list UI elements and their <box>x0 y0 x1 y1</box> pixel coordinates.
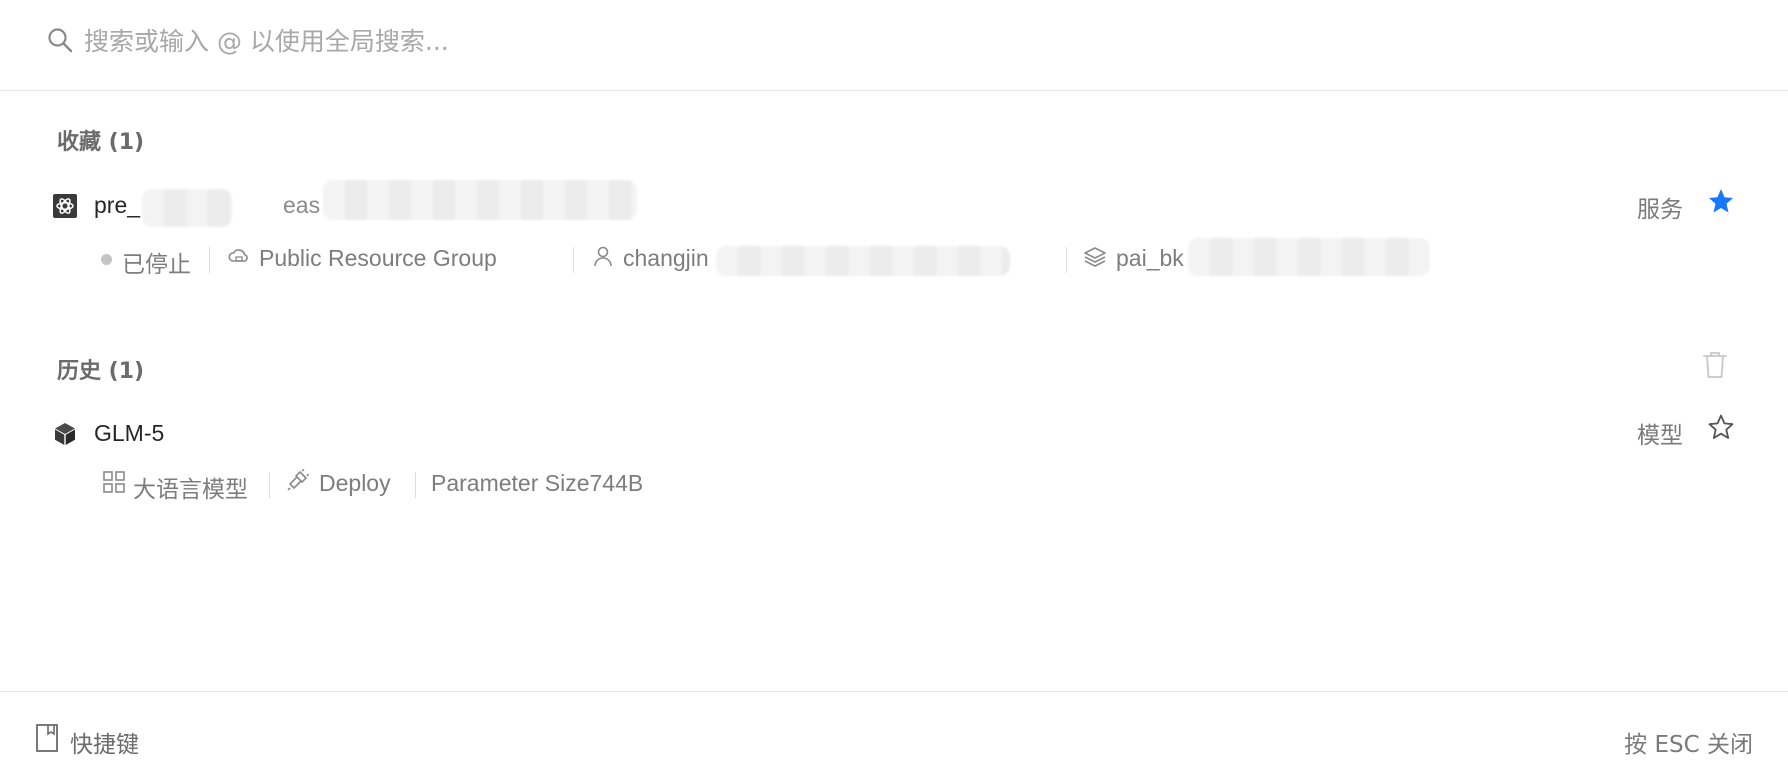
model-category: 大语言模型 <box>133 477 248 503</box>
status-dot <box>101 254 112 265</box>
deploy-action[interactable]: Deploy <box>319 470 391 497</box>
book-icon <box>36 724 58 752</box>
history-section-title: 历史 (1) <box>57 359 145 384</box>
search-input[interactable] <box>82 18 886 64</box>
divider <box>1066 247 1067 273</box>
search-icon <box>48 28 73 53</box>
model-cube-icon <box>55 423 75 445</box>
workspace-name: pai_bk <box>1116 245 1184 271</box>
owner-name: changjin <box>623 245 709 271</box>
favorite-item-name: pre_ <box>94 192 141 218</box>
star-filled-icon[interactable] <box>1707 187 1735 215</box>
redacted-subname <box>323 180 637 220</box>
footer: 快捷键 按 ESC 关闭 <box>0 691 1788 772</box>
parameter-size: Parameter Size744B <box>431 470 644 496</box>
search-bar <box>0 0 1788 91</box>
user-icon <box>594 246 612 267</box>
divider <box>573 247 574 273</box>
grid-category-icon <box>103 471 125 493</box>
status-text: 已停止 <box>122 252 191 278</box>
service-icon <box>53 194 77 218</box>
divider <box>415 472 416 498</box>
redacted-name <box>142 189 232 227</box>
shortcut-button[interactable]: 快捷键 <box>70 725 139 759</box>
cloud-resource-icon <box>228 249 248 262</box>
history-item-row[interactable]: GLM-5 模型 <box>0 408 1788 458</box>
layers-icon <box>1084 247 1106 267</box>
history-item-type: 模型 <box>1637 423 1683 449</box>
deploy-plug-icon <box>287 469 309 491</box>
divider <box>269 472 270 498</box>
favorites-section-title: 收藏 (1) <box>57 130 145 155</box>
redacted-workspace <box>1188 238 1430 276</box>
favorite-item-type: 服务 <box>1637 197 1683 223</box>
redacted-owner <box>716 246 1010 276</box>
favorite-item-subname: eas <box>283 192 321 218</box>
divider <box>209 247 210 273</box>
star-outline-icon[interactable] <box>1707 413 1735 441</box>
favorite-item-row[interactable]: pre_ eas 服务 <box>0 180 1788 230</box>
resource-group: Public Resource Group <box>259 245 497 271</box>
esc-hint: 按 ESC 关闭 <box>1624 732 1753 758</box>
history-item-name: GLM-5 <box>94 420 165 446</box>
trash-icon[interactable] <box>1702 351 1728 379</box>
